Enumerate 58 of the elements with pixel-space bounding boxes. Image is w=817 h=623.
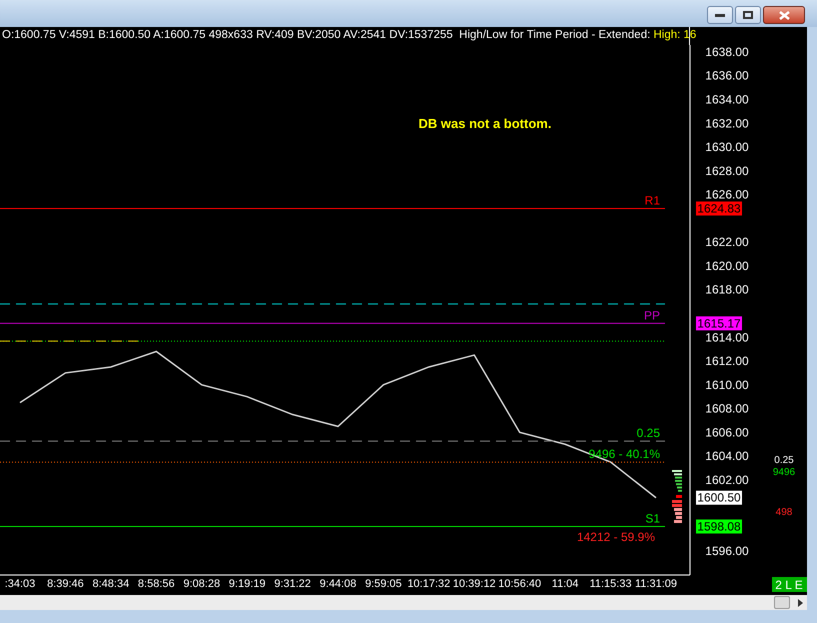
close-button[interactable] (763, 6, 805, 24)
level-label: 14212 - 59.9% (576, 530, 655, 544)
minimize-icon (715, 14, 725, 16)
price-axis-label: 1636.00 (705, 68, 749, 83)
time-axis-label: 11:04 (552, 578, 578, 590)
time-axis-label: 9:19:19 (228, 578, 266, 590)
chart-note: DB was not a bottom. (418, 116, 552, 131)
time-axis-label: 9:59:05 (365, 578, 402, 590)
price-axis-label: 1614.00 (705, 330, 749, 344)
level-label: 9496 - 40.1% (588, 447, 660, 462)
price-axis-label: 1634.00 (705, 92, 749, 106)
time-axis-label: :34:03 (4, 578, 36, 590)
time-axis-label: 8:48:34 (92, 578, 130, 590)
level-label: R1 (644, 194, 660, 208)
time-axis-label: 10:17:32 (407, 578, 450, 590)
close-icon (778, 10, 790, 20)
price-tag: 1600.50 (696, 490, 742, 505)
price-axis-label: 1596.00 (705, 544, 749, 558)
time-axis-label: 9:31:22 (274, 578, 311, 590)
price-axis-label: 1608.00 (705, 402, 749, 416)
time-axis-label: 11:31:09 (635, 578, 677, 590)
price-tag: 1598.08 (696, 520, 742, 534)
time-axis-label: 9:44:08 (320, 578, 356, 590)
price-axis-label: 1632.00 (705, 116, 749, 130)
price-tag: 1615.17 (696, 316, 742, 330)
price-axis-label: 1630.00 (705, 140, 749, 154)
volume-bars-drawing (672, 470, 682, 523)
price-axis-label: 1612.00 (705, 354, 749, 368)
time-axis-label: 10:56:40 (498, 578, 542, 590)
price-axis-label: 1626.00 (705, 188, 749, 202)
price-axis-label: 1620.00 (705, 258, 749, 273)
scroll-right-icon[interactable] (798, 598, 803, 606)
volume-label: 0.25 (774, 455, 794, 466)
time-axis-label: 10:39:12 (452, 578, 496, 590)
price-axis-label: 1602.00 (705, 472, 749, 487)
time-axis-label: 11:15:33 (590, 578, 632, 590)
volume-label: 498 (776, 507, 792, 518)
time-axis-label: 9:08:28 (183, 578, 220, 590)
scrollbar-thumb[interactable] (774, 596, 790, 609)
price-axis-label: 1610.00 (705, 378, 749, 392)
price-tag: 1624.83 (696, 202, 742, 216)
time-axis-label: 8:58:56 (138, 578, 175, 590)
minimize-button[interactable] (707, 6, 733, 24)
price-axis-label: 1618.00 (705, 282, 749, 297)
price-axis-label: 1604.00 (705, 449, 749, 464)
volume-label: 9496 (772, 467, 796, 478)
status-badge: 2 L E (772, 577, 807, 592)
price-axis-label: 1638.00 (705, 45, 749, 59)
quote-summary: O:1600.75 V:4591 B:1600.50 A:1600.75 498x633 RV:409 BV:2050 AV:2541 DV:1537255 High/Low for Time Period - Extended: (2, 28, 652, 44)
level-label: PP (644, 308, 660, 322)
price-axis-label: 1628.00 (705, 164, 749, 178)
maximize-icon (743, 11, 753, 19)
level-label: 0.25 (636, 426, 660, 440)
time-axis-label: 8:39:46 (47, 578, 84, 590)
price-axis-label: 1622.00 (705, 235, 749, 250)
level-label: S1 (645, 512, 660, 526)
maximize-button[interactable] (735, 6, 761, 24)
price-axis-label: 1606.00 (705, 425, 749, 440)
